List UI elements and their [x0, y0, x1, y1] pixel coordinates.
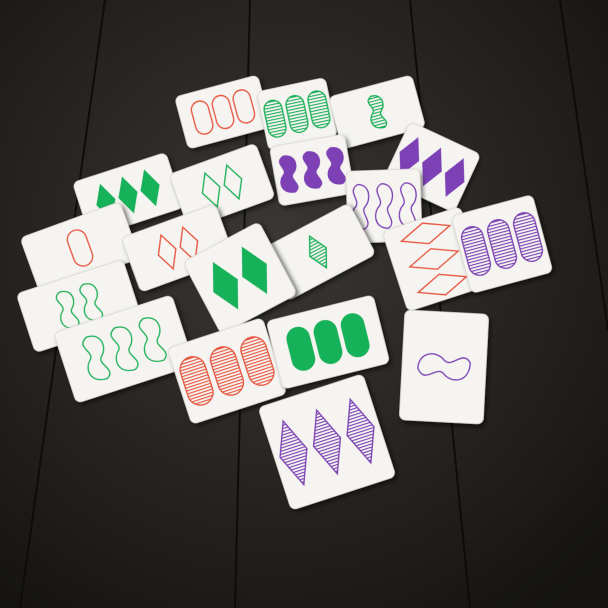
- card-face: [399, 309, 489, 425]
- card-purple-squiggle-solid-3: [269, 134, 355, 206]
- card-purple-squiggle-outline-1: [399, 309, 489, 425]
- set-cards-photo: [0, 0, 608, 608]
